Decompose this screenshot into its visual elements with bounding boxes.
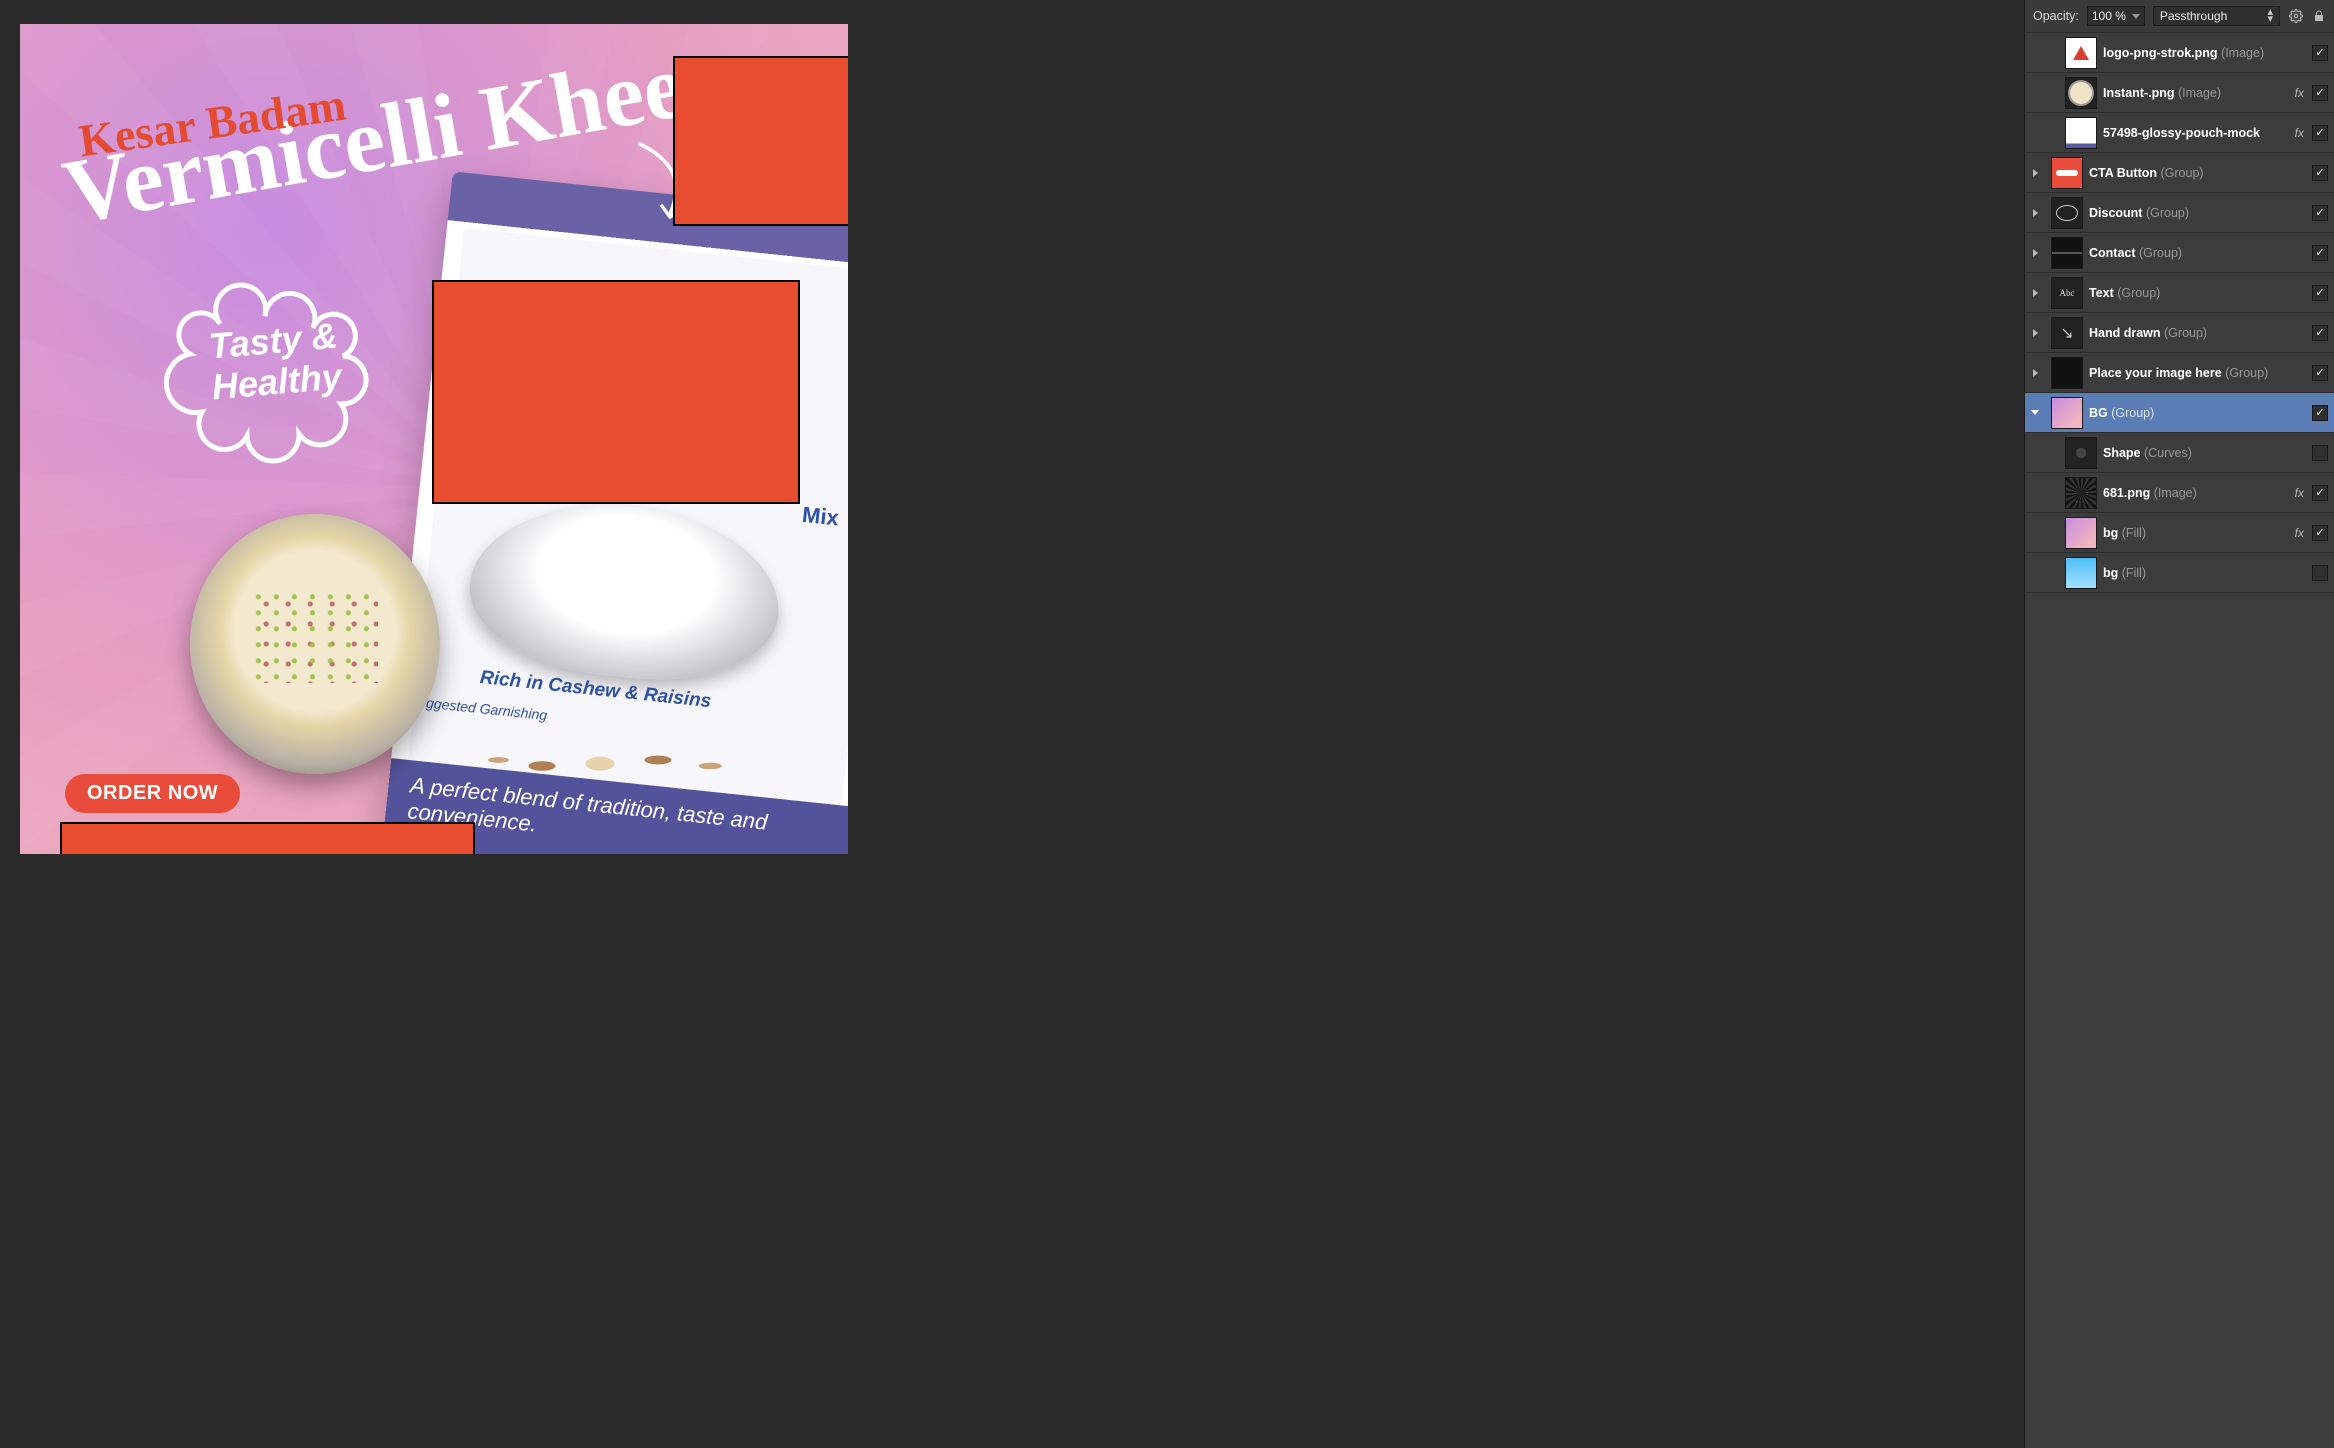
visibility-checkbox[interactable]: ✓ xyxy=(2312,45,2328,61)
visibility-checkbox[interactable]: ✓ xyxy=(2312,325,2328,341)
layer-row[interactable]: bg (Fill) fx ✓ xyxy=(2025,513,2334,553)
visibility-checkbox[interactable]: ✓ xyxy=(2312,205,2328,221)
layer-name: logo-png-strok.png (Image) xyxy=(2103,46,2306,60)
layer-name: BG (Group) xyxy=(2089,406,2306,420)
layer-thumbnail xyxy=(2051,357,2083,389)
lock-icon[interactable] xyxy=(2311,9,2326,24)
layers-list[interactable]: logo-png-strok.png (Image)✓Instant-.png … xyxy=(2025,33,2334,741)
layer-thumbnail: Abc xyxy=(2051,277,2083,309)
redaction-block xyxy=(432,280,800,504)
layer-name: Text (Group) xyxy=(2089,286,2306,300)
layer-thumbnail xyxy=(2065,77,2097,109)
layer-thumbnail xyxy=(2051,397,2083,429)
expand-toggle[interactable] xyxy=(2025,249,2045,257)
visibility-checkbox[interactable]: ✓ xyxy=(2312,405,2328,421)
layer-row[interactable]: 57498-glossy-pouch-mock fx ✓ xyxy=(2025,113,2334,153)
layer-row[interactable]: bg (Fill) xyxy=(2025,553,2334,593)
pouch-mix-label: Mix xyxy=(801,502,840,532)
redaction-block xyxy=(673,56,848,226)
gear-icon[interactable] xyxy=(2288,9,2303,24)
layer-row[interactable]: Place your image here (Group) ✓ xyxy=(2025,353,2334,393)
layer-thumbnail xyxy=(2065,437,2097,469)
layer-row[interactable]: Shape (Curves) xyxy=(2025,433,2334,473)
layer-thumbnail xyxy=(2051,157,2083,189)
fx-badge: fx xyxy=(2295,486,2304,500)
expand-toggle[interactable] xyxy=(2025,329,2045,337)
layer-row[interactable]: Abc Text (Group) ✓ xyxy=(2025,273,2334,313)
layer-name: bg (Fill) xyxy=(2103,566,2306,580)
layer-name: Shape (Curves) xyxy=(2103,446,2306,460)
layer-thumbnail xyxy=(2065,517,2097,549)
layer-name: CTA Button (Group) xyxy=(2089,166,2306,180)
layer-name: 57498-glossy-pouch-mock xyxy=(2103,126,2289,140)
visibility-checkbox[interactable]: ✓ xyxy=(2312,485,2328,501)
layer-row[interactable]: Instant-.png (Image) fx ✓ xyxy=(2025,73,2334,113)
fx-badge: fx xyxy=(2295,526,2304,540)
expand-toggle[interactable] xyxy=(2025,369,2045,377)
opacity-label: Opacity: xyxy=(2033,9,2079,23)
fx-badge: fx xyxy=(2295,86,2304,100)
layer-row[interactable]: CTA Button (Group) ✓ xyxy=(2025,153,2334,193)
expand-toggle[interactable] xyxy=(2025,410,2045,415)
visibility-checkbox[interactable] xyxy=(2312,445,2328,461)
layer-row[interactable]: BG (Group) ✓ xyxy=(2025,393,2334,433)
layer-row[interactable]: Discount (Group) ✓ xyxy=(2025,193,2334,233)
layer-name: 681.png (Image) xyxy=(2103,486,2289,500)
layer-row[interactable]: Contact (Group) ✓ xyxy=(2025,233,2334,273)
redaction-block xyxy=(60,822,475,854)
visibility-checkbox[interactable]: ✓ xyxy=(2312,525,2328,541)
expand-toggle[interactable] xyxy=(2025,169,2045,177)
visibility-checkbox[interactable]: ✓ xyxy=(2312,125,2328,141)
order-now-button[interactable]: ORDER NOW xyxy=(65,774,240,813)
kheer-bowl-photo xyxy=(190,514,440,774)
layer-thumbnail xyxy=(2065,557,2097,589)
layer-name: Hand drawn (Group) xyxy=(2089,326,2306,340)
visibility-checkbox[interactable]: ✓ xyxy=(2312,365,2328,381)
opacity-input[interactable]: 100 % xyxy=(2087,6,2145,26)
stepper-icon: ▴▾ xyxy=(2267,9,2273,22)
layer-thumbnail xyxy=(2051,197,2083,229)
visibility-checkbox[interactable]: ✓ xyxy=(2312,165,2328,181)
expand-toggle[interactable] xyxy=(2025,289,2045,297)
layer-name: Contact (Group) xyxy=(2089,246,2306,260)
chevron-down-icon xyxy=(2132,14,2140,19)
layer-thumbnail xyxy=(2051,237,2083,269)
layer-name: Instant-.png (Image) xyxy=(2103,86,2289,100)
layers-panel: Opacity: 100 % Passthrough ▴▾ logo-png-s… xyxy=(2024,0,2334,1448)
layer-name: Discount (Group) xyxy=(2089,206,2306,220)
layer-name: Place your image here (Group) xyxy=(2089,366,2306,380)
visibility-checkbox[interactable]: ✓ xyxy=(2312,285,2328,301)
visibility-checkbox[interactable]: ✓ xyxy=(2312,85,2328,101)
canvas-area[interactable]: Mix Rich in Cashew & Raisins Suggested G… xyxy=(0,0,2024,1448)
layer-thumbnail xyxy=(2065,37,2097,69)
layer-row[interactable]: 681.png (Image) fx ✓ xyxy=(2025,473,2334,513)
layer-row[interactable]: logo-png-strok.png (Image) ✓ xyxy=(2025,33,2334,73)
visibility-checkbox[interactable]: ✓ xyxy=(2312,245,2328,261)
blend-mode-select[interactable]: Passthrough ▴▾ xyxy=(2153,6,2280,26)
visibility-checkbox[interactable] xyxy=(2312,565,2328,581)
panel-header: Opacity: 100 % Passthrough ▴▾ xyxy=(2025,0,2334,33)
artboard[interactable]: Mix Rich in Cashew & Raisins Suggested G… xyxy=(20,24,848,854)
layer-thumbnail xyxy=(2051,317,2083,349)
expand-toggle[interactable] xyxy=(2025,209,2045,217)
fx-badge: fx xyxy=(2295,126,2304,140)
layer-thumbnail xyxy=(2065,477,2097,509)
layer-name: bg (Fill) xyxy=(2103,526,2289,540)
layer-thumbnail xyxy=(2065,117,2097,149)
layer-row[interactable]: Hand drawn (Group) ✓ xyxy=(2025,313,2334,353)
nuts-decoration xyxy=(455,694,745,814)
